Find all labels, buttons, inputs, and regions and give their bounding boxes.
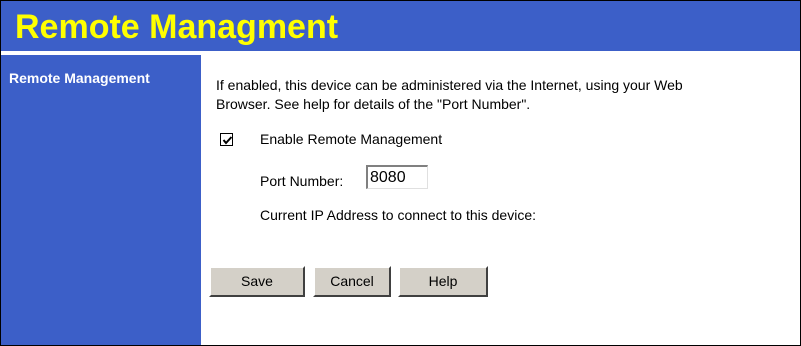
port-number-input[interactable] [366,165,428,189]
content-area: If enabled, this device can be administe… [201,55,800,345]
port-number-label: Port Number: [260,173,344,189]
description-text: If enabled, this device can be administe… [216,76,683,114]
cancel-button[interactable]: Cancel [313,266,391,297]
enable-remote-management-checkbox[interactable] [220,133,233,146]
enable-remote-management-label[interactable]: Enable Remote Management [260,131,442,147]
remote-management-panel: Remote Managment Remote Management If en… [0,0,801,346]
page-title: Remote Managment [15,8,339,46]
help-button[interactable]: Help [398,266,488,297]
current-ip-label: Current IP Address to connect to this de… [260,207,537,223]
sidebar: Remote Management [1,55,201,345]
title-bar: Remote Managment [1,1,800,53]
checkmark-icon [222,136,233,145]
description-line-2: Browser. See help for details of the "Po… [216,96,531,112]
sidebar-section-label: Remote Management [9,70,150,86]
save-button[interactable]: Save [209,266,305,297]
description-line-1: If enabled, this device can be administe… [216,77,683,93]
